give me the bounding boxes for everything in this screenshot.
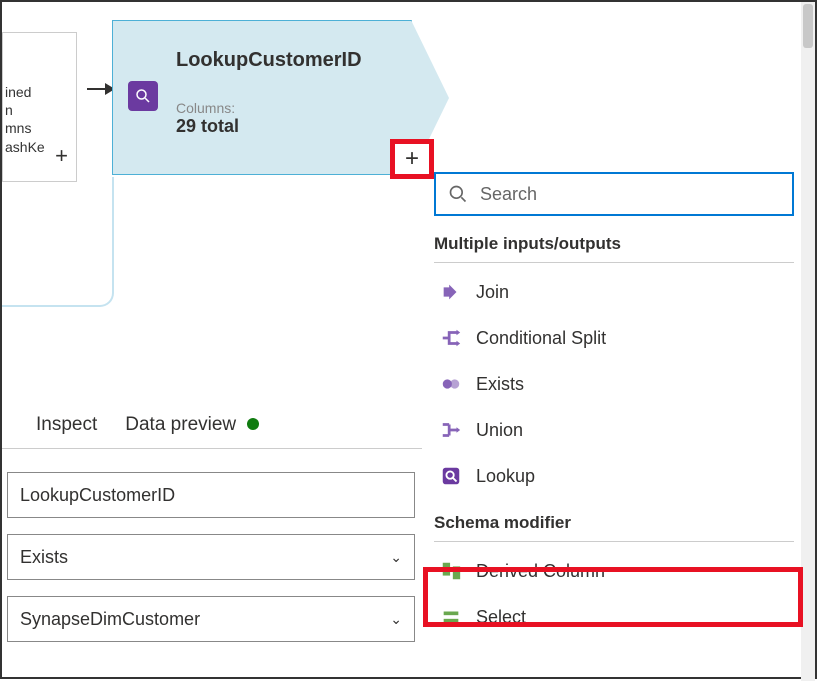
exists-icon [440,373,462,395]
menu-label: Conditional Split [476,328,606,349]
lookup-node[interactable]: LookupCustomerID Columns: 29 total [112,20,412,175]
columns-value: 29 total [176,116,362,137]
plus-icon: + [405,145,419,173]
status-dot-icon [247,418,259,430]
columns-label: Columns: [176,100,362,116]
vertical-scrollbar[interactable] [801,2,815,681]
lookup-stream-select[interactable]: SynapseDimCustomer ⌄ [7,596,415,642]
scrollbar-thumb[interactable] [803,4,813,48]
chevron-down-icon: ⌄ [390,549,402,566]
tab-inspect[interactable]: Inspect [36,414,97,436]
menu-label: Lookup [476,466,535,487]
add-transformation-icon[interactable]: + [55,142,68,171]
lookup-icon [440,465,462,487]
section-multiple-header: Multiple inputs/outputs [434,234,794,263]
menu-label: Join [476,282,509,303]
transformation-dropdown: Multiple inputs/outputs Join Conditional… [434,172,794,640]
select-icon [440,606,462,628]
lookup-icon [128,81,158,111]
search-box[interactable] [434,172,794,216]
derived-column-icon [440,560,462,582]
union-icon [440,419,462,441]
incoming-stream-select[interactable]: Exists ⌄ [7,534,415,580]
stream-name-input[interactable]: LookupCustomerID [7,472,415,518]
menu-item-derived-column[interactable]: Derived Column [434,548,794,594]
section-schema-header: Schema modifier [434,513,794,542]
menu-item-join[interactable]: Join [434,269,794,315]
menu-label: Select [476,607,526,628]
menu-item-exists[interactable]: Exists [434,361,794,407]
properties-form: LookupCustomerID Exists ⌄ SynapseDimCust… [7,472,415,658]
flow-arrow-icon [87,88,107,90]
join-icon [440,281,462,303]
menu-item-conditional-split[interactable]: Conditional Split [434,315,794,361]
connector-line [2,177,114,307]
menu-label: Derived Column [476,561,605,582]
menu-label: Exists [476,374,524,395]
bottom-tabs: Inspect Data preview [2,414,422,449]
menu-label: Union [476,420,523,441]
menu-item-select[interactable]: Select [434,594,794,640]
node-title: LookupCustomerID [176,49,362,72]
tab-data-preview[interactable]: Data preview [125,414,259,436]
search-input[interactable] [480,184,780,205]
add-step-button[interactable]: + [390,139,434,179]
upstream-node-partial[interactable]: ined n mns ashKe + [2,32,77,182]
chevron-down-icon: ⌄ [390,611,402,628]
menu-item-union[interactable]: Union [434,407,794,453]
conditional-split-icon [440,327,462,349]
search-icon [448,184,468,204]
menu-item-lookup[interactable]: Lookup [434,453,794,499]
